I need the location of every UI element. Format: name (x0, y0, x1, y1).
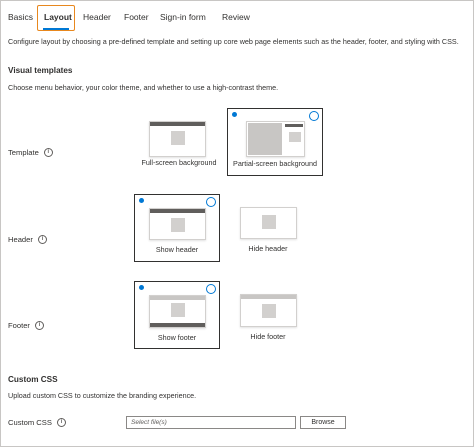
template-label: Template i (8, 148, 53, 157)
tab-review[interactable]: Review (222, 8, 250, 26)
template-option-partial-screen[interactable]: Partial-screen background (227, 108, 323, 176)
radio-selected-icon (232, 112, 237, 117)
active-tab-indicator (43, 28, 69, 30)
page-description: Configure layout by choosing a pre-defin… (8, 37, 459, 46)
footer-option-hide[interactable]: Hide footer (232, 281, 304, 349)
footer-label-text: Footer (8, 321, 30, 330)
footer-option-show[interactable]: Show footer (134, 281, 220, 349)
custom-css-label-text: Custom CSS (8, 418, 52, 427)
info-icon[interactable]: i (56, 418, 66, 427)
header-option-show[interactable]: Show header (134, 194, 220, 262)
tab-sign-in-form[interactable]: Sign-in form (160, 8, 206, 26)
radio-selected-icon (139, 285, 144, 290)
show-footer-label: Show footer (157, 333, 197, 342)
header-label-text: Header (8, 235, 33, 244)
radio-selected-icon (139, 198, 144, 203)
hide-footer-thumbnail (240, 294, 297, 327)
file-select-input[interactable]: Select file(s) (126, 416, 296, 429)
show-footer-thumbnail (149, 295, 206, 328)
hide-header-thumbnail (240, 207, 297, 239)
partial-screen-label: Partial-screen background (233, 159, 317, 168)
info-icon[interactable]: i (34, 321, 44, 330)
partial-screen-thumbnail (246, 121, 305, 157)
visual-templates-title: Visual templates (8, 66, 73, 75)
visual-templates-subtitle: Choose menu behavior, your color theme, … (8, 83, 279, 92)
radio-ring-icon (206, 197, 216, 207)
tab-header[interactable]: Header (83, 8, 111, 26)
radio-ring-icon (309, 111, 319, 121)
info-icon[interactable]: i (37, 235, 47, 244)
hide-header-label: Hide header (248, 244, 288, 253)
tab-basics[interactable]: Basics (8, 8, 33, 26)
show-header-label: Show header (155, 245, 199, 254)
tab-footer[interactable]: Footer (124, 8, 149, 26)
header-option-hide[interactable]: Hide header (232, 194, 304, 262)
radio-ring-icon (206, 284, 216, 294)
browse-button[interactable]: Browse (300, 416, 346, 429)
custom-css-title: Custom CSS (8, 375, 58, 384)
custom-css-label: Custom CSS i (8, 418, 66, 427)
template-option-full-screen[interactable]: Full-screen background (137, 112, 221, 172)
hide-footer-label: Hide footer (250, 332, 286, 341)
full-screen-label: Full-screen background (141, 158, 217, 167)
header-label: Header i (8, 235, 47, 244)
custom-css-subtitle: Upload custom CSS to customize the brand… (8, 391, 197, 400)
show-header-thumbnail (149, 208, 206, 240)
info-icon[interactable]: i (43, 148, 53, 157)
template-label-text: Template (8, 148, 39, 157)
footer-label: Footer i (8, 321, 44, 330)
full-screen-thumbnail (149, 121, 206, 157)
